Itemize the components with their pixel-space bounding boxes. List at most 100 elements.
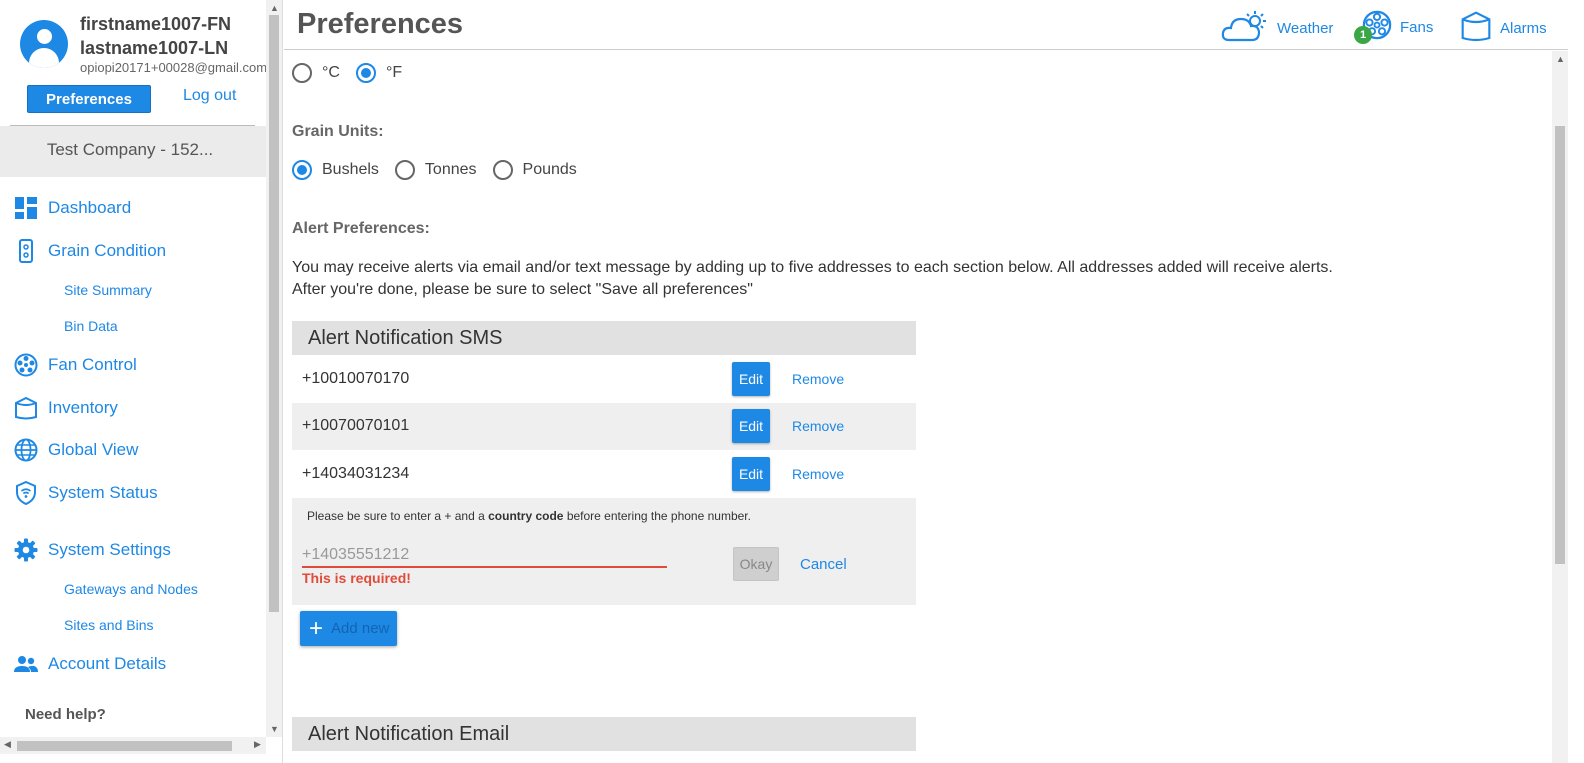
fans-link[interactable]: 1 Fans [1354, 10, 1433, 44]
scroll-left-icon[interactable]: ◀ [4, 739, 11, 750]
user-panel: firstname1007-FN lastname1007-LN opiopi2… [0, 0, 266, 177]
add-new-sms-button[interactable]: + Add new [300, 611, 397, 646]
nav-system-status-label: System Status [48, 483, 158, 502]
fan-icon [14, 353, 38, 377]
scroll-right-icon[interactable]: ▶ [254, 739, 261, 750]
edit-button[interactable]: Edit [732, 409, 770, 444]
avatar-icon [20, 20, 68, 68]
nav-system-settings[interactable]: System Settings [14, 538, 171, 562]
sms-row: +10070070101 Edit Remove [292, 402, 916, 450]
preferences-button[interactable]: Preferences [27, 85, 151, 113]
fahrenheit-label: °F [385, 64, 403, 81]
grain-units-label: Grain Units: [292, 123, 384, 140]
edit-button[interactable]: Edit [732, 361, 770, 396]
sms-panel: Alert Notification SMS +10010070170 Edit… [292, 321, 916, 605]
fans-count-badge: 1 [1354, 26, 1372, 44]
bushels-option[interactable]: Bushels [292, 160, 379, 180]
cancel-link[interactable]: Cancel [800, 556, 847, 573]
nav-fan-control-label: Fan Control [48, 355, 137, 374]
bin-icon [1460, 10, 1492, 46]
nav-account-details[interactable]: Account Details [14, 652, 166, 676]
sidebar-vertical-scrollbar[interactable]: ▲ ▼ [266, 0, 282, 737]
sms-number: +10010070170 [302, 369, 410, 387]
sidebar-horizontal-scrollbar[interactable]: ◀ ▶ [0, 737, 266, 754]
note-bold: country code [488, 508, 564, 523]
nav-system-status[interactable]: System Status [14, 481, 158, 505]
phone-number-input[interactable] [302, 543, 667, 568]
fahrenheit-option[interactable]: °F [355, 63, 403, 83]
main-vertical-scrollbar[interactable]: ▲ [1552, 51, 1568, 763]
user-last-name: lastname1007-LN [80, 38, 229, 58]
new-sms-form: Please be sure to enter a + and a countr… [292, 497, 916, 605]
sms-number: +10070070101 [302, 417, 410, 435]
celsius-radio[interactable] [292, 63, 312, 83]
weather-icon [1221, 10, 1269, 46]
nav-system-settings-label: System Settings [48, 540, 171, 559]
scroll-up-icon[interactable]: ▲ [1556, 54, 1565, 64]
sidebar-hscroll-thumb[interactable] [17, 741, 232, 751]
preferences-content: °C °F Grain Units: Bushels Tonnes Pounds… [284, 51, 1552, 763]
sidebar-scroll-thumb[interactable] [269, 15, 279, 612]
scroll-down-icon[interactable]: ▼ [270, 724, 279, 734]
bin-icon [14, 396, 38, 420]
note-prefix: Please be sure to enter a + and a [307, 508, 489, 523]
nav-account-details-label: Account Details [48, 654, 167, 673]
logout-link[interactable]: Log out [183, 87, 236, 105]
alert-instructions-line2: After you're done, please be sure to sel… [292, 281, 753, 298]
edit-button[interactable]: Edit [732, 456, 770, 491]
user-email: opiopi20171+00028@gmail.com [80, 60, 266, 75]
pounds-option[interactable]: Pounds [492, 160, 577, 180]
nav-site-summary[interactable]: Site Summary [64, 282, 152, 298]
alert-instructions-line1: You may receive alerts via email and/or … [292, 259, 1333, 276]
email-panel: Alert Notification Email [292, 717, 916, 751]
divider [10, 125, 255, 126]
tonnes-radio[interactable] [394, 160, 415, 180]
weather-link[interactable]: Weather [1221, 10, 1333, 46]
thermometer-icon [14, 239, 38, 263]
celsius-label: °C [322, 64, 340, 81]
company-selector[interactable]: Test Company - 152... [0, 140, 260, 160]
alert-preferences-label: Alert Preferences: [292, 220, 430, 237]
gear-icon [14, 538, 38, 562]
temperature-units: °C °F [292, 63, 418, 83]
remove-link[interactable]: Remove [792, 371, 844, 387]
user-first-name: firstname1007-FN [80, 14, 232, 34]
nav-bin-data[interactable]: Bin Data [64, 318, 118, 334]
remove-link[interactable]: Remove [792, 418, 844, 434]
email-panel-title: Alert Notification Email [292, 717, 916, 751]
tonnes-option[interactable]: Tonnes [394, 160, 477, 180]
nav-global-view[interactable]: Global View [14, 438, 138, 462]
nav-inventory[interactable]: Inventory [14, 396, 118, 420]
nav-fan-control[interactable]: Fan Control [14, 353, 137, 377]
nav-grain-condition-label: Grain Condition [48, 241, 167, 260]
page-title: Preferences [297, 8, 464, 40]
need-help[interactable]: Need help? [25, 706, 106, 723]
sms-panel-title: Alert Notification SMS [292, 321, 916, 355]
celsius-option[interactable]: °C [292, 63, 340, 83]
scroll-up-icon[interactable]: ▲ [270, 3, 279, 13]
note-suffix: before entering the phone number. [563, 508, 751, 523]
country-code-note: Please be sure to enter a + and a countr… [307, 509, 751, 523]
main-scroll-thumb[interactable] [1555, 126, 1565, 564]
nav-dashboard[interactable]: Dashboard [14, 196, 131, 220]
sidebar: firstname1007-FN lastname1007-LN opiopi2… [0, 0, 283, 763]
alarms-link[interactable]: Alarms [1460, 10, 1547, 46]
dashboard-icon [14, 196, 38, 220]
fan-icon: 1 [1354, 10, 1392, 44]
okay-button[interactable]: Okay [733, 546, 779, 581]
nav-inventory-label: Inventory [48, 398, 118, 417]
nav-gateways-nodes[interactable]: Gateways and Nodes [64, 581, 198, 597]
shield-wifi-icon [14, 481, 38, 505]
nav-sites-bins[interactable]: Sites and Bins [64, 617, 154, 633]
weather-label: Weather [1277, 19, 1334, 37]
alarms-label: Alarms [1500, 19, 1547, 37]
nav-grain-condition[interactable]: Grain Condition [14, 239, 166, 263]
users-icon [14, 652, 38, 676]
required-error: This is required! [302, 569, 411, 586]
alert-instructions: You may receive alerts via email and/or … [292, 257, 1333, 301]
pounds-radio[interactable] [492, 160, 513, 180]
sidebar-content: firstname1007-FN lastname1007-LN opiopi2… [0, 0, 266, 737]
fahrenheit-radio[interactable] [355, 63, 376, 83]
bushels-radio[interactable] [292, 160, 312, 180]
remove-link[interactable]: Remove [792, 466, 844, 482]
